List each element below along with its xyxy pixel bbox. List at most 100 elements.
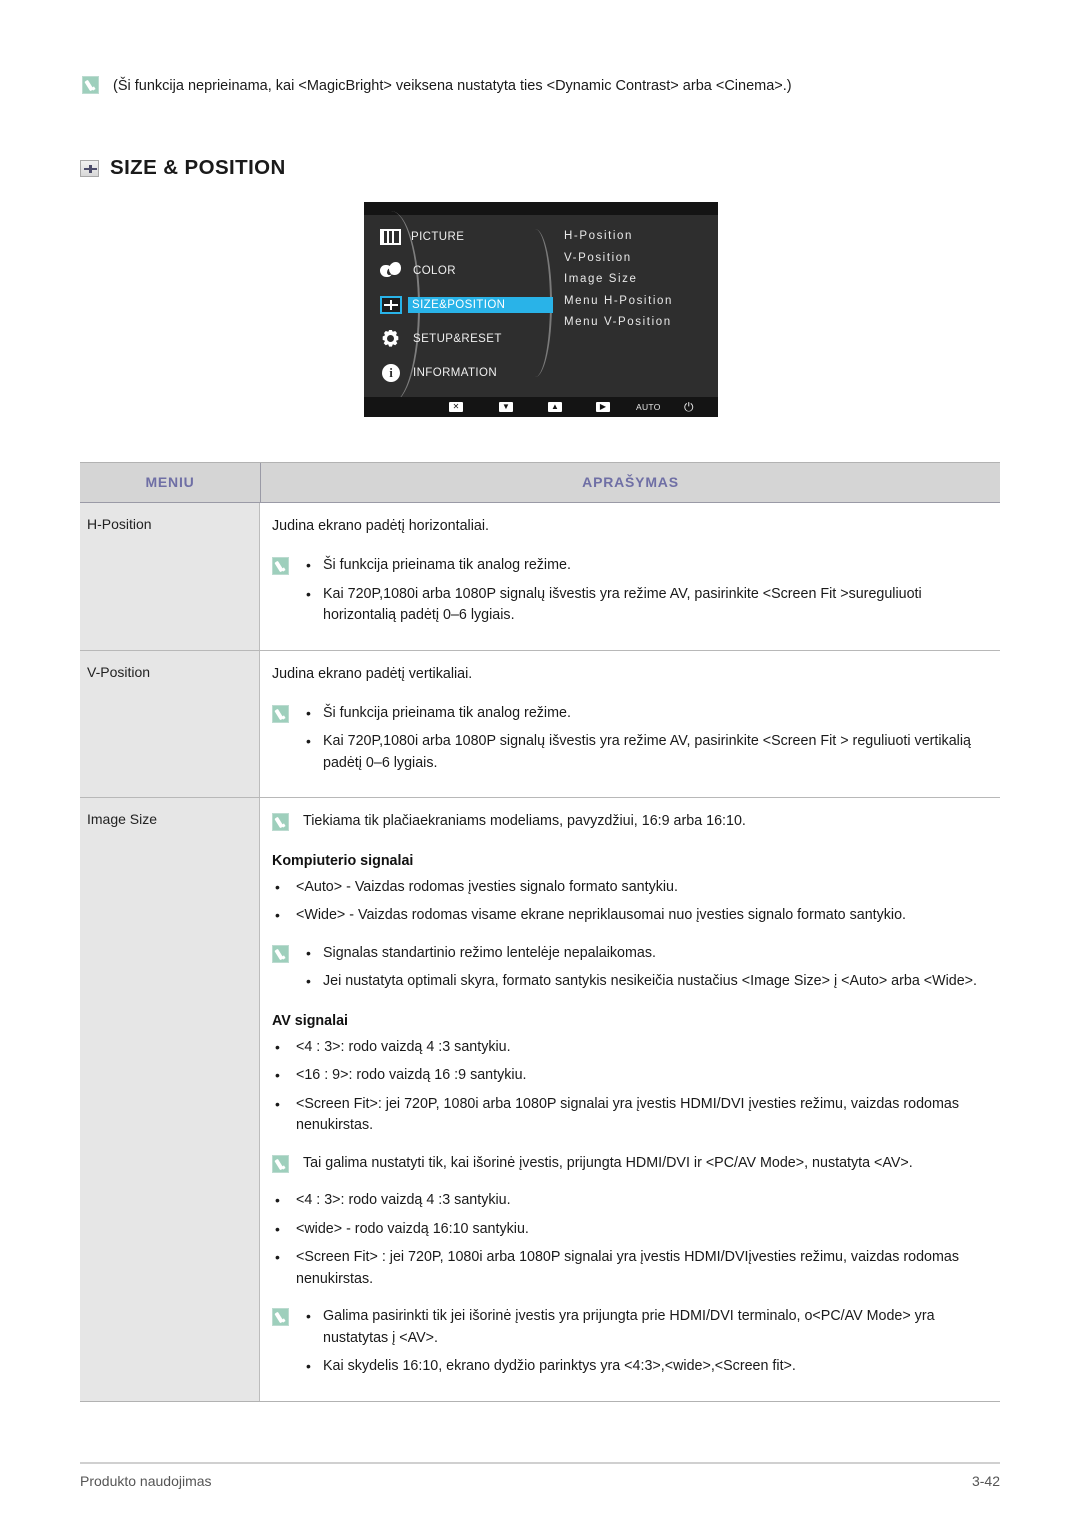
- row-description-v-position: Judina ekrano padėtį vertikaliai. • Ši f…: [260, 650, 1000, 797]
- bullet-marker: •: [306, 557, 311, 573]
- osd-menu-item-color[interactable]: COLOR: [374, 254, 549, 288]
- osd-menu-item-information[interactable]: INFORMATION: [374, 356, 549, 390]
- list-item: • Ši funkcija prieinama tik analog režim…: [272, 555, 984, 577]
- note-text: Tiekiama tik plačiaekraniams modeliams, …: [303, 813, 746, 829]
- note-line: Tiekiama tik plačiaekraniams modeliams, …: [272, 811, 984, 833]
- note-icon: [272, 1154, 289, 1173]
- osd-menu-item-picture[interactable]: PICTURE: [374, 220, 549, 254]
- bullet-text: Signalas standartinio režimo lentelėje n…: [323, 944, 656, 961]
- osd-submenu-list: H-Position V-Position Image Size Menu H-…: [564, 226, 673, 334]
- footer-divider: [80, 1462, 1000, 1464]
- bullet-marker: •: [275, 1249, 280, 1265]
- size-position-icon: [80, 159, 99, 177]
- list-item: • Signalas standartinio režimo lentelėje…: [272, 943, 984, 965]
- column-header-menu: MENIU: [80, 463, 261, 502]
- bullet-text: Ši funkcija prieinama tik analog režime.: [323, 704, 571, 721]
- row-label-v-position: V-Position: [80, 650, 260, 797]
- enter-icon[interactable]: ▶: [596, 402, 610, 412]
- row-description-image-size: Tiekiama tik plačiaekraniams modeliams, …: [260, 798, 1000, 1401]
- bullet-marker: •: [275, 1192, 280, 1208]
- document-page: (Ši funkcija neprieinama, kai <MagicBrig…: [0, 0, 1080, 1527]
- osd-submenu-menu-v-position[interactable]: Menu V-Position: [564, 312, 673, 334]
- osd-topbar: [364, 202, 718, 215]
- osd-menu-image: PICTURE COLOR SIZE&POSITION SETUP&RESET …: [364, 202, 718, 417]
- column-header-description: APRAŠYMAS: [582, 474, 679, 490]
- osd-menu-label: INFORMATION: [413, 367, 498, 379]
- bullet-text: Kai 720P,1080i arba 1080P signalų išvest…: [323, 733, 971, 771]
- bullet-marker: •: [306, 733, 311, 749]
- list-item: • Ši funkcija prieinama tik analog režim…: [272, 703, 984, 725]
- bullet-text: Galima pasirinkti tik jei išorinė įvesti…: [323, 1308, 935, 1346]
- subheading-pc-signals: Kompiuterio signalai: [272, 852, 414, 869]
- bullet-text: <Auto> - Vaizdas rodomas įvesties signal…: [296, 878, 678, 895]
- auto-button-label[interactable]: AUTO: [636, 402, 661, 412]
- table-row: Image Size Tiekiama tik plačiaekraniams …: [80, 798, 1000, 1401]
- page-title: SIZE & POSITION: [80, 156, 286, 180]
- osd-menu-label: SETUP&RESET: [413, 333, 502, 345]
- top-note: (Ši funkcija neprieinama, kai <MagicBrig…: [82, 76, 1012, 96]
- osd-body: PICTURE COLOR SIZE&POSITION SETUP&RESET …: [364, 211, 718, 403]
- osd-submenu-h-position[interactable]: H-Position: [564, 226, 673, 248]
- settings-table: MENIU APRAŠYMAS H-Position Judina ekrano…: [80, 462, 1000, 1402]
- picture-icon: [380, 229, 401, 245]
- note-line: Tai galima nustatyti tik, kai išorinė įv…: [272, 1153, 984, 1175]
- bullet-marker: •: [275, 1067, 280, 1083]
- bullet-marker: •: [306, 585, 311, 602]
- bullet-text: <Screen Fit>: jei 720P, 1080i arba 1080P…: [296, 1095, 960, 1134]
- table-header-row: MENIU APRAŠYMAS: [80, 463, 1000, 503]
- bullet-marker: •: [306, 1358, 311, 1374]
- bullet-text: Jei nustatyta optimali skyra, formato sa…: [323, 973, 978, 989]
- row-label-h-position: H-Position: [80, 503, 260, 650]
- osd-submenu-image-size[interactable]: Image Size: [564, 269, 673, 291]
- osd-menu-item-size-position[interactable]: SIZE&POSITION: [374, 288, 554, 322]
- note-icon: [272, 1308, 289, 1326]
- subheading-av-signals: AV signalai: [272, 1012, 349, 1029]
- row-intro-text: Judina ekrano padėtį vertikaliai.: [272, 665, 473, 682]
- osd-menu-label: COLOR: [413, 265, 456, 277]
- osd-left-menu: PICTURE COLOR SIZE&POSITION SETUP&RESET …: [374, 220, 554, 390]
- bullet-marker: •: [306, 944, 311, 961]
- osd-submenu-v-position[interactable]: V-Position: [564, 248, 673, 270]
- gear-icon: [380, 329, 403, 349]
- osd-menu-item-setup-reset[interactable]: SETUP&RESET: [374, 322, 549, 356]
- bullet-marker: •: [306, 973, 311, 989]
- row-description-h-position: Judina ekrano padėtį horizontaliai. • Ši…: [260, 503, 1000, 650]
- bullet-marker: •: [275, 1038, 280, 1055]
- exit-icon[interactable]: ✕: [449, 402, 463, 412]
- size-position-icon: [380, 296, 402, 314]
- bullet-text: <Screen Fit> : jei 720P, 1080i arba 1080…: [296, 1249, 960, 1287]
- list-item: • Galima pasirinkti tik jei išorinė įves…: [272, 1306, 984, 1349]
- note-icon: [272, 813, 289, 831]
- page-footer: Produkto naudojimas 3-42: [80, 1473, 1000, 1489]
- osd-submenu-menu-h-position[interactable]: Menu H-Position: [564, 291, 673, 313]
- bullet-text: <4 : 3>: rodo vaizdą 4 :3 santykiu.: [296, 1192, 511, 1208]
- bullet-marker: •: [275, 1095, 280, 1112]
- note-icon: [272, 944, 289, 963]
- bullet-text: <Wide> - Vaizdas rodomas visame ekrane n…: [296, 907, 907, 923]
- list-item: • Kai skydelis 16:10, ekrano dydžio pari…: [272, 1356, 984, 1378]
- top-note-text: (Ši funkcija neprieinama, kai <MagicBrig…: [113, 78, 792, 94]
- list-item: • <4 : 3>: rodo vaizdą 4 :3 santykiu.: [272, 1037, 984, 1059]
- information-icon: [380, 363, 403, 383]
- list-item: • Jei nustatyta optimali skyra, formato …: [272, 971, 984, 993]
- list-item: • <16 : 9>: rodo vaizdą 16 :9 santykiu.: [272, 1065, 984, 1087]
- down-arrow-icon[interactable]: ▼: [499, 402, 513, 412]
- list-item: • <Screen Fit> : jei 720P, 1080i arba 10…: [272, 1247, 984, 1290]
- bullet-text: Ši funkcija prieinama tik analog režime.: [323, 557, 571, 573]
- up-arrow-icon[interactable]: ▲: [548, 402, 562, 412]
- power-icon[interactable]: ⏻: [684, 400, 694, 415]
- bullet-marker: •: [275, 878, 280, 895]
- section-title: SIZE & POSITION: [110, 156, 286, 179]
- note-icon: [272, 557, 289, 575]
- note-icon: [272, 704, 289, 723]
- note-icon: [82, 76, 99, 94]
- bullet-text: <4 : 3>: rodo vaizdą 4 :3 santykiu.: [296, 1038, 511, 1055]
- table-row: V-Position Judina ekrano padėtį vertikal…: [80, 650, 1000, 798]
- bullet-text: <16 : 9>: rodo vaizdą 16 :9 santykiu.: [296, 1067, 527, 1083]
- bullet-text: Kai 720P,1080i arba 1080P signalų išvest…: [323, 585, 922, 624]
- row-label-image-size: Image Size: [80, 798, 260, 1401]
- color-icon: [380, 261, 403, 281]
- page-number: 3-42: [971, 1473, 1000, 1489]
- table-row: H-Position Judina ekrano padėtį horizont…: [80, 503, 1000, 651]
- bullet-marker: •: [275, 1220, 280, 1237]
